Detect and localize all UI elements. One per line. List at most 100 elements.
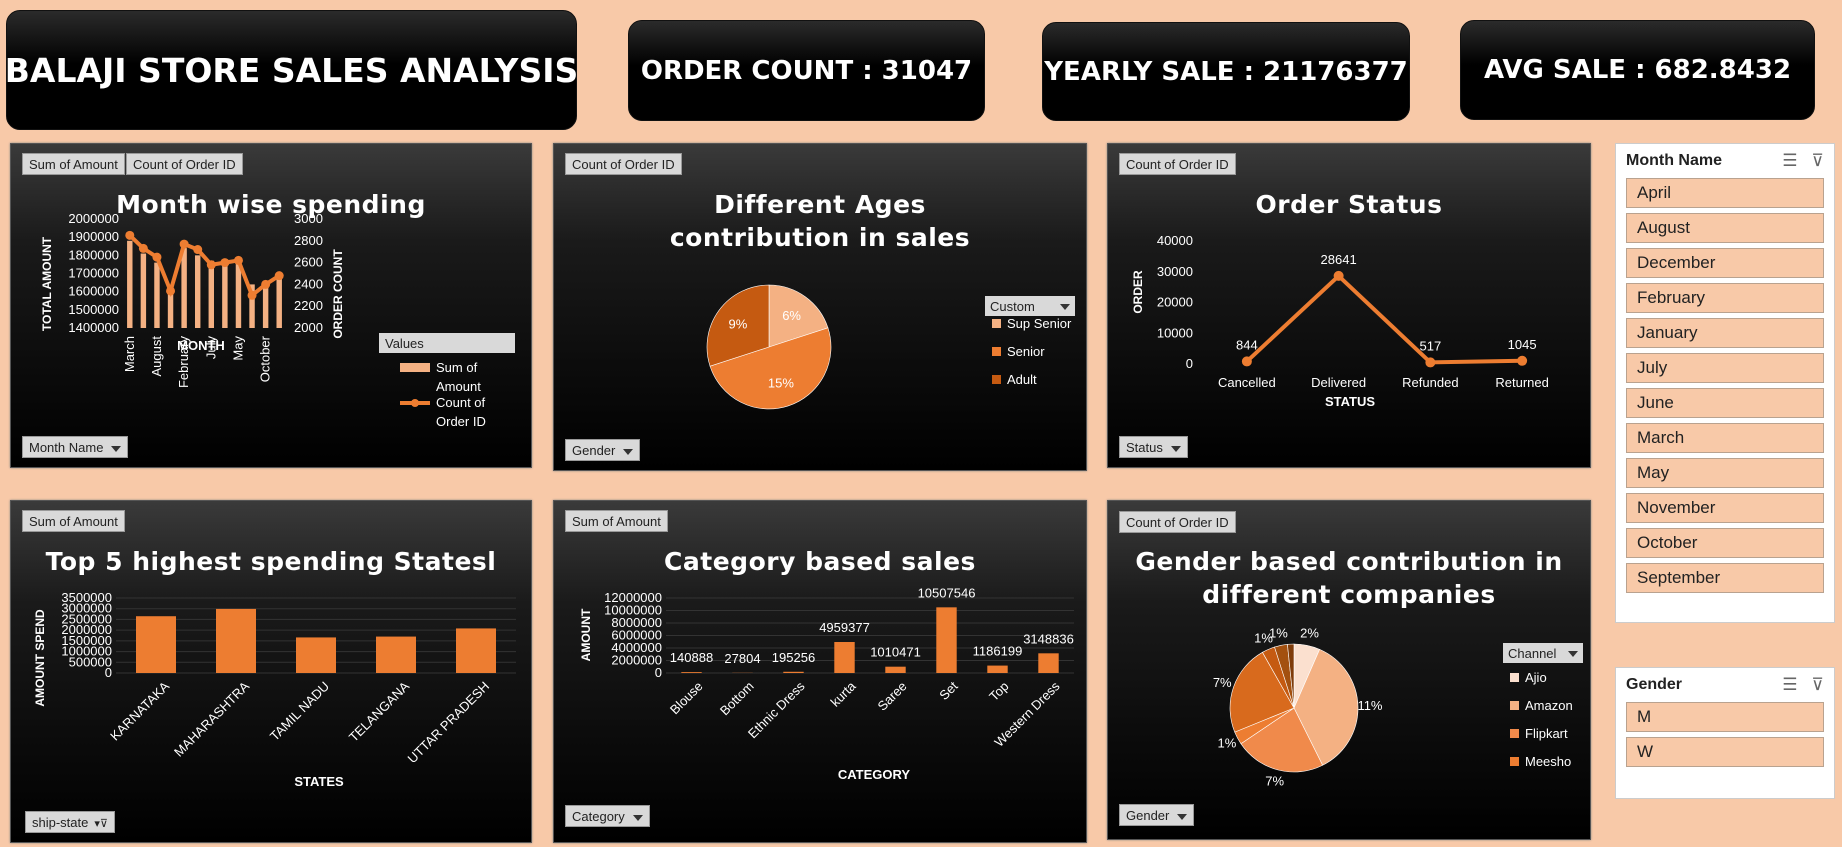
month-slicer-item[interactable]: March xyxy=(1626,423,1824,453)
legend-label: Amazon xyxy=(1525,698,1573,713)
legend-swatch xyxy=(992,319,1001,328)
category-data-label: 27804 xyxy=(724,651,760,666)
state-bar xyxy=(376,636,416,673)
status-point xyxy=(1517,355,1528,366)
category-bar xyxy=(1038,653,1059,673)
x-axis-title: CATEGORY xyxy=(838,767,911,782)
ages-panel: Count of Order ID Different Ages contrib… xyxy=(553,143,1087,471)
pie-slice-label: 7% xyxy=(1213,675,1232,690)
amount-bar xyxy=(181,248,187,328)
y2-tick-label: 2000 xyxy=(294,320,323,335)
amount-bar xyxy=(140,253,147,328)
pie-slice-label: 11% xyxy=(1357,698,1382,713)
x-axis-title: MONTH xyxy=(177,338,225,353)
gender-slicer-title: Gender xyxy=(1626,676,1683,693)
category-bar xyxy=(783,671,804,673)
x-tick-label: TAMIL NADU xyxy=(267,679,332,744)
y2-tick-label: 2200 xyxy=(294,298,323,313)
month-slicer-item[interactable]: July xyxy=(1626,353,1824,383)
y-axis-title: ORDER xyxy=(1131,270,1145,314)
month-slicer-item[interactable]: December xyxy=(1626,248,1824,278)
amount-bar xyxy=(222,262,228,328)
avg-sale-card: AVG SALE : 682.8432 xyxy=(1460,20,1815,120)
state-bar xyxy=(296,637,336,673)
order-count-point xyxy=(179,239,189,249)
multi-select-icon[interactable]: ☰ xyxy=(1782,675,1797,695)
category-filter-label: Category xyxy=(572,809,625,824)
y-axis-title: AMOUNT xyxy=(579,608,593,661)
pie-slice-label: 15% xyxy=(768,376,794,391)
x-tick-label: KARNATAKA xyxy=(107,678,172,743)
month-slicer-item[interactable]: October xyxy=(1626,528,1824,558)
x-tick-label: Top xyxy=(986,679,1011,704)
month-slicer-header: Month Name ☰ ⊽ xyxy=(1616,144,1834,178)
order-count-point xyxy=(220,258,230,268)
legend-swatch xyxy=(1510,673,1519,682)
category-data-label: 1186199 xyxy=(973,644,1023,659)
month-slicer-item[interactable]: May xyxy=(1626,458,1824,488)
order-count-point xyxy=(166,286,176,296)
gender-slicer-item[interactable]: W xyxy=(1626,737,1824,767)
y-tick-label: 0 xyxy=(1186,356,1193,371)
month-slicer-item[interactable]: August xyxy=(1626,213,1824,243)
x-axis-title: STATUS xyxy=(1325,394,1375,409)
order-count-point xyxy=(138,243,148,253)
ship-state-filter[interactable]: ship-state ▾⊽ xyxy=(25,811,115,833)
legend-swatch-count-dot xyxy=(411,399,419,407)
y-tick-label: 1400000 xyxy=(68,320,119,335)
x-tick-label: Delivered xyxy=(1311,375,1366,390)
month-slicer-item[interactable]: September xyxy=(1626,563,1824,593)
multi-select-icon[interactable]: ☰ xyxy=(1782,151,1797,171)
status-filter-label: Status xyxy=(1126,440,1163,455)
pie-slice-label: 1% xyxy=(1269,626,1288,641)
y-tick-label: 40000 xyxy=(1157,233,1193,248)
legend-swatch xyxy=(1510,729,1519,738)
y-axis-title: AMOUNT SPEND xyxy=(33,609,47,707)
month-slicer-item[interactable]: April xyxy=(1626,178,1824,208)
y2-tick-label: 3000 xyxy=(294,211,323,226)
category-filter[interactable]: Category xyxy=(565,805,650,827)
legend-swatch xyxy=(1510,757,1519,766)
ages-chart: 6% 15% 9% Custom Sup Senior Senior Adult xyxy=(706,284,1075,410)
legend-label: Sup Senior xyxy=(1007,316,1072,331)
month-slicer-item[interactable]: February xyxy=(1626,283,1824,313)
legend-swatch xyxy=(1510,701,1519,710)
legend-title: Custom xyxy=(990,299,1035,314)
legend-amount-line2: Amount xyxy=(436,379,481,394)
y-tick-label: 0 xyxy=(105,665,112,680)
gender-filter[interactable]: Gender xyxy=(1119,804,1195,826)
gender-chart: 2%11%7%1%7%1%1%ChannelAjioAmazonFlipkart… xyxy=(1213,626,1583,788)
y-tick-label: 1600000 xyxy=(68,284,119,299)
gender-slicer-icons: ☰ ⊽ xyxy=(1782,675,1824,695)
month-slicer-item[interactable]: June xyxy=(1626,388,1824,418)
gender-slicer-item[interactable]: M xyxy=(1626,702,1824,732)
x-tick-label: Returned xyxy=(1495,375,1548,390)
status-filter[interactable]: Status xyxy=(1119,436,1188,458)
clear-filter-icon[interactable]: ⊽ xyxy=(1812,675,1824,695)
x-tick-label: kurta xyxy=(828,678,860,710)
month-slicer-item[interactable]: November xyxy=(1626,493,1824,523)
gender-slicer: Gender ☰ ⊽ MW xyxy=(1615,667,1835,799)
month-name-filter[interactable]: Month Name xyxy=(22,436,129,458)
month-slicer-item[interactable]: January xyxy=(1626,318,1824,348)
category-chart: 1200000010000000800000060000004000000200… xyxy=(579,585,1074,782)
yearly-sale-card: YEARLY SALE : 21176377 xyxy=(1042,22,1410,121)
month-name-filter-label: Month Name xyxy=(29,440,104,455)
x-tick-label: UTTAR PRADESH xyxy=(405,679,493,767)
order-count-point xyxy=(233,255,243,265)
legend-label: Adult xyxy=(1007,372,1037,387)
y-tick-label: 1800000 xyxy=(68,247,119,262)
category-bar xyxy=(834,642,855,673)
y-axis-title: TOTAL AMOUNT xyxy=(40,236,54,331)
x-tick-label: Bottom xyxy=(717,679,757,719)
clear-filter-icon[interactable]: ⊽ xyxy=(1812,151,1824,171)
order-count-point xyxy=(247,290,257,300)
category-bar xyxy=(681,672,702,673)
legend-label: Meesho xyxy=(1525,754,1571,769)
legend-count-line2: Order ID xyxy=(436,414,486,429)
y2-axis-title: ORDER COUNT xyxy=(331,249,345,339)
ages-gender-filter[interactable]: Gender xyxy=(565,439,641,461)
order-count-text: ORDER COUNT : 31047 xyxy=(640,55,973,86)
states-chart: 3500000300000025000002000000150000010000… xyxy=(33,590,516,789)
y-tick-label: 30000 xyxy=(1157,264,1193,279)
